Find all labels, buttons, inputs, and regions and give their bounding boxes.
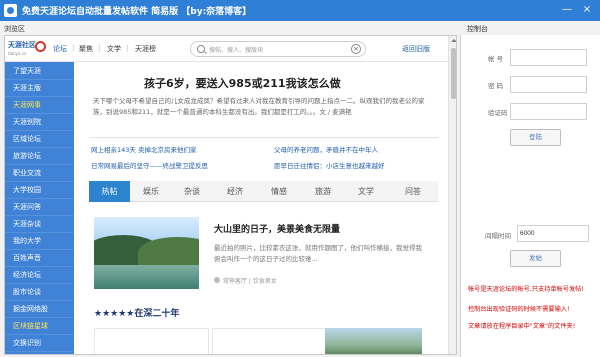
sidebar-item[interactable]: 交换识别 bbox=[5, 334, 74, 352]
sidebar-item[interactable]: 天涯问答 bbox=[5, 198, 74, 216]
sidebar-item[interactable]: 天涯主版 bbox=[5, 79, 74, 97]
tianya-logo[interactable]: 天涯社区 tianya.cn bbox=[8, 40, 48, 58]
channel-tab[interactable]: 旅游 bbox=[302, 181, 344, 202]
close-button[interactable]: × bbox=[580, 3, 594, 17]
article-card-image[interactable] bbox=[325, 328, 422, 354]
sidebar-item[interactable]: 区块链星球 bbox=[5, 317, 74, 335]
account-note: 帐号是天涯论坛的帐号,只支持单帐号发帖! bbox=[468, 286, 584, 293]
channel-tab[interactable]: 娱乐 bbox=[130, 181, 172, 202]
nav-forum-link[interactable]: 论坛 bbox=[53, 44, 67, 54]
interval-field[interactable] bbox=[517, 225, 589, 242]
article-meta-text: 常熟客厅 | 饮食男女 bbox=[223, 278, 277, 285]
nav-culture-link[interactable]: 文学 bbox=[107, 44, 121, 54]
channel-tab[interactable]: 经济 bbox=[214, 181, 256, 202]
scroll-thumb[interactable] bbox=[451, 48, 456, 99]
article-card[interactable] bbox=[94, 328, 209, 354]
logo-mark-icon bbox=[35, 41, 46, 52]
sidebar-item[interactable]: 我的大学 bbox=[5, 232, 74, 250]
main-content: 孩子6岁，要送入985或211我该怎么做 天下哪个父母不希望自己的儿女成龙成凤？… bbox=[75, 62, 447, 354]
section-title[interactable]: ★★★★★在深二十年 bbox=[94, 306, 179, 319]
sidebar-item[interactable]: 天涯网事 bbox=[5, 96, 74, 114]
interval-label: 间隔时间 bbox=[485, 232, 511, 240]
control-panel-label: 控制台 bbox=[467, 25, 488, 33]
nav-separator: | bbox=[126, 44, 129, 52]
password-field[interactable] bbox=[510, 76, 587, 93]
search-box[interactable]: 搜帖、搜人、搜版块 × bbox=[190, 41, 366, 57]
app-icon bbox=[4, 4, 17, 17]
channel-tab[interactable]: 文学 bbox=[345, 181, 387, 202]
headline-title[interactable]: 孩子6岁，要送入985或211我该怎么做 bbox=[144, 75, 341, 91]
captcha-label: 验证码 bbox=[488, 109, 508, 117]
headline-link-4[interactable]: 愿早日迁往情侣：小店生意也越来越好 bbox=[274, 160, 385, 170]
sidebar-item[interactable]: 掘金网络股 bbox=[5, 300, 74, 318]
sidebar-item[interactable]: 职业交流 bbox=[5, 164, 74, 182]
app-window: 免费天涯论坛自动批量发帖软件 简易版 【by:奈落博客】 — × 浏览区 控制台… bbox=[0, 0, 600, 357]
captcha-field[interactable] bbox=[510, 103, 587, 120]
headline-link-2[interactable]: 父母的养老问题，矛盾并不在中年人 bbox=[274, 144, 378, 154]
channel-tab[interactable]: 杂谈 bbox=[171, 181, 213, 202]
window-title: 免费天涯论坛自动批量发帖软件 简易版 【by:奈落博客】 bbox=[22, 7, 252, 17]
content-divider bbox=[89, 137, 438, 138]
sidebar-item[interactable]: 天涯别院 bbox=[5, 113, 74, 131]
title-bar: 免费天涯论坛自动批量发帖软件 简易版 【by:奈落博客】 — × bbox=[0, 0, 600, 21]
sidebar-item[interactable]: 游戏天下 bbox=[5, 351, 74, 354]
start-post-button[interactable]: 发帖 bbox=[510, 250, 561, 267]
sidebar-item[interactable]: 区域论坛 bbox=[5, 130, 74, 148]
nav-focus-link[interactable]: 聚焦 bbox=[79, 44, 93, 54]
browser-panel-label: 浏览区 bbox=[4, 25, 25, 33]
sidebar-item[interactable]: 股市论谈 bbox=[5, 283, 74, 301]
logo-text: 天涯社区 bbox=[8, 41, 36, 49]
search-placeholder: 搜帖、搜人、搜版块 bbox=[209, 47, 264, 54]
sidebar: 了望天涯 天涯主版 天涯网事 天涯别院 区域论坛 旅游论坛 职业交流 大学校园 天涯问答 天涯杂谈… bbox=[5, 62, 74, 354]
scroll-up-icon[interactable] bbox=[450, 37, 456, 44]
sidebar-item[interactable]: 大学校园 bbox=[5, 181, 74, 199]
control-panel: 帐 号 密 码 验证码 登陆 间隔时间 发帖 帐号是天涯论坛的帐号,只支持单帐号… bbox=[460, 35, 600, 357]
article-excerpt: 最近拍的照片，比较素衣这张，就用作题图了，他们叫作横接，我觉得我俯会叫作一个的这… bbox=[214, 244, 422, 263]
avatar bbox=[214, 277, 220, 283]
minimize-button[interactable]: — bbox=[560, 3, 574, 17]
channel-tabs: 热帖 娱乐 杂谈 经济 情感 旅游 文学 问答 bbox=[89, 181, 438, 202]
search-icon bbox=[197, 45, 205, 53]
password-label: 密 码 bbox=[488, 82, 504, 90]
sidebar-item[interactable]: 百姓声音 bbox=[5, 249, 74, 267]
article-title[interactable]: 大山里的日子，美景美食无限量 bbox=[214, 222, 340, 235]
headline-summary: 天下哪个父母不希望自己的儿女成龙成凤？希望有过来人对我在教育引导的问题上指点一二… bbox=[93, 97, 425, 116]
account-field[interactable] bbox=[510, 49, 587, 66]
return-old-version-link[interactable]: 返回旧版 bbox=[402, 44, 430, 54]
clear-search-icon[interactable]: × bbox=[351, 44, 361, 54]
nav-separator: | bbox=[98, 44, 101, 52]
article-card[interactable] bbox=[212, 328, 327, 354]
nav-tianya-list-link[interactable]: 天涯榜 bbox=[135, 44, 156, 54]
channel-tab[interactable]: 问答 bbox=[392, 181, 434, 202]
browser-scrollbar[interactable] bbox=[448, 36, 456, 354]
article-folder-note: 文章请放在程序目录中"文章"的文件夹! bbox=[468, 323, 576, 330]
logo-subtitle: tianya.cn bbox=[8, 51, 27, 56]
sidebar-item[interactable]: 天涯杂谈 bbox=[5, 215, 74, 233]
sidebar-item[interactable]: 了望天涯 bbox=[5, 62, 74, 80]
login-button[interactable]: 登陆 bbox=[510, 129, 561, 146]
nav-separator: | bbox=[72, 44, 75, 52]
sidebar-item[interactable]: 旅游论坛 bbox=[5, 147, 74, 165]
captcha-note: 控制台出现验证码的时候不需要输入! bbox=[468, 306, 570, 313]
headline-link-3[interactable]: 日常网易最后的坚守——终战警卫提反思 bbox=[91, 160, 208, 170]
top-navigation: 天涯社区 tianya.cn 论坛 | 聚焦 | 文学 | 天涯榜 搜帖、搜人、… bbox=[5, 36, 448, 62]
account-label: 帐 号 bbox=[488, 55, 504, 63]
channel-tab[interactable]: 情感 bbox=[258, 181, 300, 202]
browser-panel: 天涯社区 tianya.cn 论坛 | 聚焦 | 文学 | 天涯榜 搜帖、搜人、… bbox=[4, 35, 457, 355]
headline-link-1[interactable]: 网上相亲143天 卖掉北京房来他们家 bbox=[91, 144, 196, 154]
sidebar-item[interactable]: 经济论坛 bbox=[5, 266, 74, 284]
article-image[interactable] bbox=[94, 217, 199, 289]
channel-tab[interactable]: 热帖 bbox=[89, 181, 130, 202]
